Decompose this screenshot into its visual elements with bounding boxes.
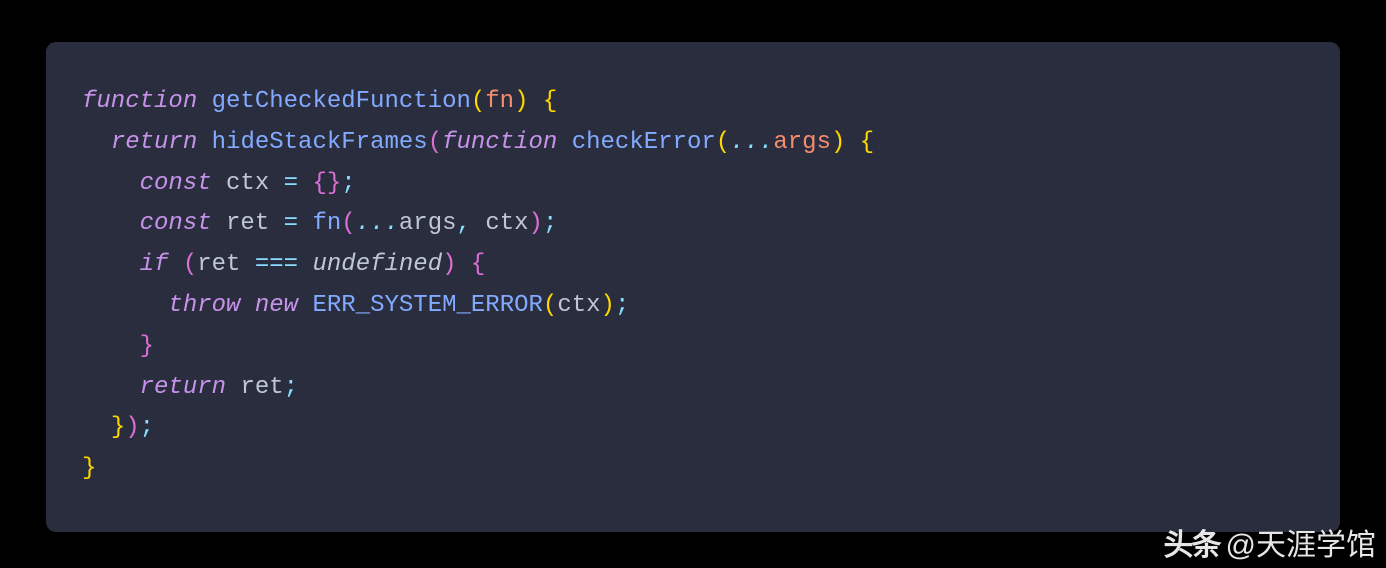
code-block: function getCheckedFunction(fn) { return… — [46, 42, 1340, 532]
watermark-handle: @天涯学馆 — [1226, 520, 1376, 564]
code-content: function getCheckedFunction(fn) { return… — [82, 82, 1304, 490]
watermark-logo: 头条 — [1164, 520, 1220, 564]
watermark: 头条 @天涯学馆 — [1164, 520, 1376, 564]
